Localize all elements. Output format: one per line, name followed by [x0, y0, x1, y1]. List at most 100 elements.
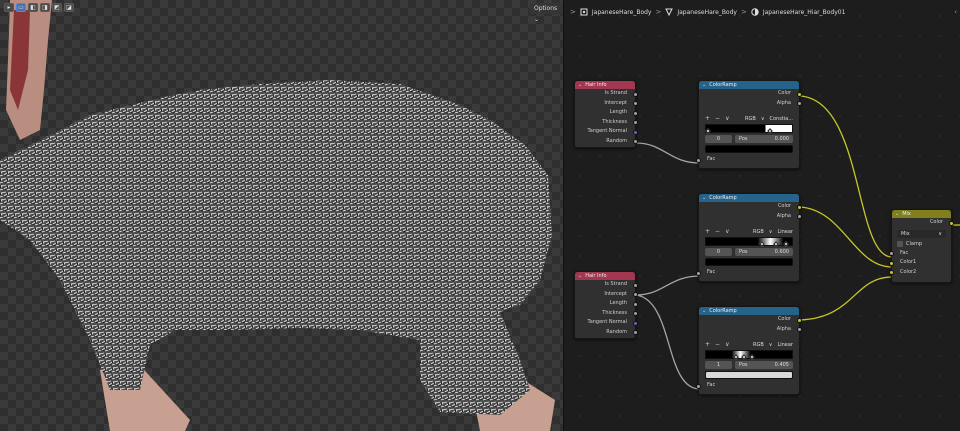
input-socket[interactable] — [696, 383, 701, 389]
select-extend-icon[interactable]: ◧ — [28, 3, 38, 12]
output-socket[interactable] — [633, 101, 638, 106]
output-socket[interactable] — [633, 110, 638, 116]
stop-index-field[interactable]: 0 — [705, 135, 732, 143]
collapse-icon[interactable]: ⌄ — [578, 82, 582, 88]
output-socket[interactable] — [633, 129, 638, 135]
ramp-stop[interactable] — [773, 241, 779, 247]
node-title: Hair Info — [585, 82, 607, 88]
3d-viewport[interactable]: ▸ ▭ ◧ ◨ ◩ ◪ Options ⌄ — [0, 0, 563, 431]
interpolation-select[interactable]: Linear — [777, 229, 793, 235]
node-header[interactable]: ⌄ Mix — [892, 210, 951, 218]
pos-label: Pos — [739, 362, 748, 368]
select-box-icon[interactable]: ▭ — [16, 3, 26, 12]
output-socket[interactable] — [633, 91, 638, 97]
remove-stop-icon[interactable]: − — [715, 341, 720, 348]
stop-index-field[interactable]: 1 — [705, 361, 732, 369]
ramp-menu-icon[interactable]: ∨ — [725, 115, 729, 122]
color-mode-select[interactable]: RGB — [753, 229, 764, 235]
hair-info-node-2[interactable]: ⌄ Hair Info Is Strand Intercept Length T… — [574, 271, 638, 339]
interpolation-select[interactable]: Constia... — [769, 116, 793, 122]
output-socket[interactable] — [797, 317, 802, 323]
node-header[interactable]: ⌄ ColorRamp — [699, 81, 799, 89]
blend-type-select[interactable]: Mix ∨ — [897, 229, 946, 238]
chevron-down-icon: ∨ — [760, 115, 765, 122]
output-socket[interactable] — [797, 91, 802, 97]
output-socket[interactable] — [797, 214, 802, 219]
stop-color-swatch[interactable] — [705, 371, 793, 379]
ramp-stop[interactable] — [767, 128, 773, 134]
colorramp-node-1[interactable]: ⌄ ColorRamp Color Alpha + − ∨ RGB ∨ Cons… — [696, 80, 802, 169]
colorramp-node-3[interactable]: ⌄ ColorRamp Color Alpha + − ∨ RGB ∨ Line… — [696, 306, 802, 395]
remove-stop-icon[interactable]: − — [715, 228, 720, 235]
stop-position-row: 1 Pos 0.405 — [705, 361, 793, 369]
output-socket[interactable] — [633, 320, 638, 326]
output-socket[interactable] — [633, 311, 638, 316]
output-tangent-normal: Tangent Normal — [575, 318, 638, 328]
output-socket[interactable] — [633, 139, 638, 144]
viewport-toolbar: ▸ ▭ ◧ ◨ ◩ ◪ — [4, 3, 74, 12]
input-socket[interactable] — [889, 251, 894, 256]
select-intersect-icon[interactable]: ◪ — [64, 3, 74, 12]
ramp-menu-icon[interactable]: ∨ — [725, 228, 729, 235]
output-socket[interactable] — [797, 204, 802, 210]
input-socket[interactable] — [696, 157, 701, 163]
collapse-icon[interactable]: ⌄ — [702, 195, 706, 201]
mix-node[interactable]: ⌄ Mix Color Mix ∨ Clamp Fac Color1 Color… — [889, 209, 954, 283]
collapse-icon[interactable]: ⌄ — [702, 82, 706, 88]
color-ramp-bar[interactable] — [705, 124, 793, 134]
stop-color-swatch[interactable] — [705, 145, 793, 153]
color-mode-select[interactable]: RGB — [745, 116, 756, 122]
ramp-menu-icon[interactable]: ∨ — [725, 341, 729, 348]
output-socket[interactable] — [797, 101, 802, 106]
stop-color-swatch[interactable] — [705, 258, 793, 266]
color-mode-select[interactable]: RGB — [753, 342, 764, 348]
output-socket[interactable] — [633, 282, 638, 288]
input-socket[interactable] — [889, 270, 894, 275]
socket-label: Color — [777, 90, 791, 96]
shader-node-editor[interactable]: > JapaneseHare_Body > JapaneseHare_Body … — [564, 0, 960, 431]
input-socket[interactable] — [696, 270, 701, 276]
collapse-icon[interactable]: ⌄ — [895, 211, 899, 217]
node-header[interactable]: ⌄ Hair Info — [575, 272, 635, 280]
ramp-stop[interactable] — [741, 354, 747, 360]
output-socket[interactable] — [949, 220, 954, 226]
add-stop-icon[interactable]: + — [705, 115, 710, 122]
hair-info-node-1[interactable]: ⌄ Hair Info Is Strand Intercept Length T… — [574, 80, 638, 148]
output-socket[interactable] — [633, 330, 638, 335]
collapse-icon[interactable]: ⌄ — [702, 308, 706, 314]
output-alpha: Alpha — [699, 325, 802, 335]
stop-pos-field[interactable]: Pos 0.600 — [735, 248, 793, 256]
input-fac: Fac — [889, 249, 951, 259]
output-socket[interactable] — [633, 292, 638, 297]
add-stop-icon[interactable]: + — [705, 228, 710, 235]
remove-stop-icon[interactable]: − — [715, 115, 720, 122]
colorramp-node-2[interactable]: ⌄ ColorRamp Color Alpha + − ∨ RGB ∨ Line… — [696, 193, 802, 282]
node-header[interactable]: ⌄ ColorRamp — [699, 307, 799, 315]
stop-index-field[interactable]: 0 — [705, 248, 732, 256]
node-header[interactable]: ⌄ Hair Info — [575, 81, 635, 89]
ramp-stop[interactable] — [733, 354, 739, 360]
add-stop-icon[interactable]: + — [705, 341, 710, 348]
select-invert-icon[interactable]: ◩ — [52, 3, 62, 12]
blend-type-value: Mix — [901, 230, 910, 237]
options-dropdown[interactable]: Options ⌄ — [530, 3, 563, 23]
select-subtract-icon[interactable]: ◨ — [40, 3, 50, 12]
color-ramp-bar[interactable] — [705, 350, 793, 360]
ramp-stop[interactable] — [749, 354, 755, 360]
collapse-icon[interactable]: ⌄ — [578, 273, 582, 279]
ramp-stop[interactable] — [705, 128, 711, 134]
clamp-checkbox[interactable] — [897, 240, 903, 247]
ramp-stop[interactable] — [759, 241, 765, 247]
interpolation-select[interactable]: Linear — [777, 342, 793, 348]
output-socket[interactable] — [633, 120, 638, 125]
stop-pos-field[interactable]: Pos 0.000 — [735, 135, 793, 143]
cursor-icon[interactable]: ▸ — [4, 3, 14, 12]
node-header[interactable]: ⌄ ColorRamp — [699, 194, 799, 202]
output-socket[interactable] — [797, 327, 802, 332]
chevron-down-icon: ⌄ — [534, 16, 540, 23]
ramp-stop[interactable] — [783, 241, 789, 247]
color-ramp-bar[interactable] — [705, 237, 793, 247]
input-socket[interactable] — [889, 260, 894, 266]
output-socket[interactable] — [633, 301, 638, 307]
stop-pos-field[interactable]: Pos 0.405 — [735, 361, 793, 369]
